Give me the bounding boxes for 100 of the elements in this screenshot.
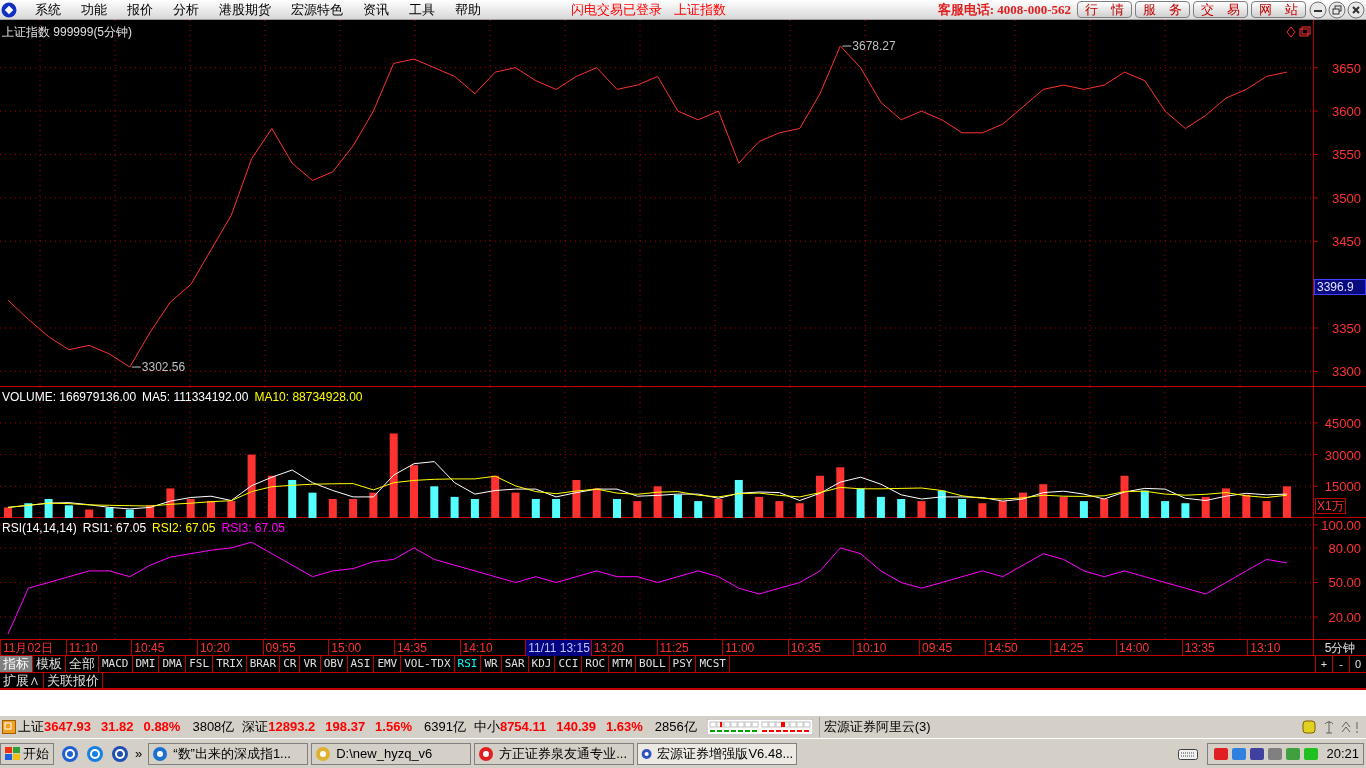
index-percent: 1.63%	[605, 718, 643, 737]
time-label: 14:35	[393, 640, 460, 656]
window-controls-icon[interactable]	[1286, 26, 1312, 38]
price-annotation: 3678.27	[852, 39, 896, 54]
menu-item[interactable]: 宏源特色	[291, 0, 343, 20]
extra-tab[interactable]: 扩展∧	[0, 673, 44, 688]
menu-item[interactable]: 系统	[35, 0, 61, 20]
minimize-button[interactable]	[1309, 0, 1327, 19]
index-value: 8754.11	[499, 718, 547, 737]
quote-icon[interactable]	[2, 720, 16, 734]
nav-button[interactable]: 交 易	[1193, 1, 1248, 18]
indicator-tab[interactable]: CCI	[555, 656, 583, 672]
indicator-tab[interactable]: BOLL	[636, 656, 670, 672]
close-button[interactable]	[1347, 0, 1365, 19]
indicator-tab[interactable]: MTM	[609, 656, 637, 672]
indicator-tab[interactable]: TRIX	[213, 656, 247, 672]
volume-bar	[207, 501, 215, 518]
restore-button[interactable]	[1328, 0, 1346, 19]
taskbar-button[interactable]: D:\new_hyzq_v6	[311, 742, 472, 765]
start-button[interactable]: 开始	[0, 742, 54, 765]
browser-icon[interactable]	[86, 744, 104, 763]
indicator-tab[interactable]: SAR	[501, 656, 529, 672]
volume-bar	[1282, 486, 1291, 518]
legend-text: RSI(14,14,14)	[2, 520, 77, 537]
indicator-tab[interactable]: BRAR	[246, 656, 281, 672]
indicator-tab[interactable]: WR	[481, 656, 502, 672]
menu-item[interactable]: 分析	[173, 0, 199, 20]
more-chevron[interactable]: »	[135, 743, 143, 764]
time-label: 14:50	[984, 640, 1051, 656]
nav-button[interactable]: 网 站	[1251, 1, 1306, 18]
indicator-tab[interactable]: ASI	[347, 656, 375, 672]
nav-button[interactable]: 服 务	[1135, 1, 1190, 18]
index-percent: 0.88%	[143, 718, 181, 737]
desktop-icon[interactable]	[61, 744, 79, 763]
taskbar-button[interactable]: “数”出来的深成指1...	[148, 742, 309, 765]
volume-bar	[998, 501, 1007, 518]
taskbar-button[interactable]: 方正证券泉友通专业...	[474, 742, 635, 765]
volume-bar	[450, 496, 459, 518]
axis-label: 30000	[1324, 447, 1361, 463]
menu-item[interactable]: 工具	[409, 0, 435, 20]
volume-bar	[673, 494, 682, 518]
legend-text: VOLUME: 166979136.00	[2, 389, 137, 406]
volume-bar	[714, 499, 723, 518]
indicator-tab[interactable]: KDJ	[528, 656, 556, 672]
indicator-tab[interactable]: ROC	[582, 656, 610, 672]
indicator-tab[interactable]: 全部	[66, 656, 99, 672]
indicator-tab[interactable]: 模板	[33, 656, 66, 672]
volume-bar	[511, 492, 520, 518]
time-label: 10:20	[196, 640, 263, 656]
volume-bar	[328, 499, 337, 518]
server-text: 宏源证券阿里云(3)	[818, 717, 931, 737]
legend-text: MA10: 88734928.00	[254, 389, 363, 406]
app-icon[interactable]	[111, 744, 129, 763]
volume-bar	[572, 479, 581, 518]
volume-bar	[125, 509, 134, 518]
indicator-tab[interactable]: PSY	[669, 656, 697, 672]
app-logo-icon[interactable]	[1, 1, 17, 18]
nav-button[interactable]: 行 情	[1077, 1, 1132, 18]
indicator-tab[interactable]: CR	[280, 656, 301, 672]
volume-bar	[1222, 488, 1230, 518]
volume-bar	[1059, 496, 1068, 518]
volume-bar	[613, 499, 621, 518]
zoom-button[interactable]: -	[1332, 656, 1349, 672]
time-label: 13:35	[1181, 640, 1248, 656]
volume-bar	[795, 503, 804, 518]
indicator-tab[interactable]: DMA	[159, 656, 187, 672]
indicator-tab[interactable]: EMV	[374, 656, 402, 672]
keyboard-icon[interactable]	[1178, 746, 1199, 761]
indicator-tab[interactable]: VR	[300, 656, 321, 672]
menu-item[interactable]: 港股期货	[219, 0, 271, 20]
volume-bar	[978, 503, 987, 518]
volume-bar	[836, 467, 845, 518]
hotline-text: 客服电话: 4008-000-562	[937, 0, 1071, 19]
axis-label: 20.00	[1328, 610, 1361, 625]
indicator-tab[interactable]: DMI	[132, 656, 160, 672]
indicator-tab[interactable]: FSL	[186, 656, 214, 672]
extra-tab[interactable]: 关联报价	[44, 673, 103, 688]
volume-bar	[734, 479, 743, 518]
indicator-tab[interactable]: 指标	[0, 656, 33, 672]
volume-bar	[146, 505, 155, 518]
zoom-button[interactable]: 0	[1349, 656, 1366, 672]
indicator-tab[interactable]: OBV	[320, 656, 348, 672]
axis-label: 3300	[1332, 364, 1361, 380]
taskbar-button[interactable]: 宏源证券增强版V6.48...	[637, 742, 798, 765]
unit-label: X1万	[1315, 498, 1346, 514]
legend-text: MA5: 111334192.00	[142, 389, 249, 406]
indicator-tab[interactable]: MCST	[696, 656, 730, 672]
volume-bar	[694, 501, 703, 518]
zoom-button[interactable]: +	[1315, 656, 1332, 672]
menu-item[interactable]: 资讯	[363, 0, 389, 20]
indicator-tab[interactable]: RSI	[454, 656, 482, 672]
indicator-tab[interactable]: MACD	[99, 656, 133, 672]
menu-item[interactable]: 帮助	[455, 0, 481, 20]
indicator-tab[interactable]: VOL-TDX	[401, 656, 455, 672]
menu-item[interactable]: 报价	[127, 0, 153, 20]
index-value: 3647.93	[44, 718, 91, 737]
volume-bar	[247, 454, 256, 518]
time-label: 10:35	[787, 640, 854, 656]
index-change: 31.82	[101, 718, 134, 737]
menu-item[interactable]: 功能	[81, 0, 107, 20]
